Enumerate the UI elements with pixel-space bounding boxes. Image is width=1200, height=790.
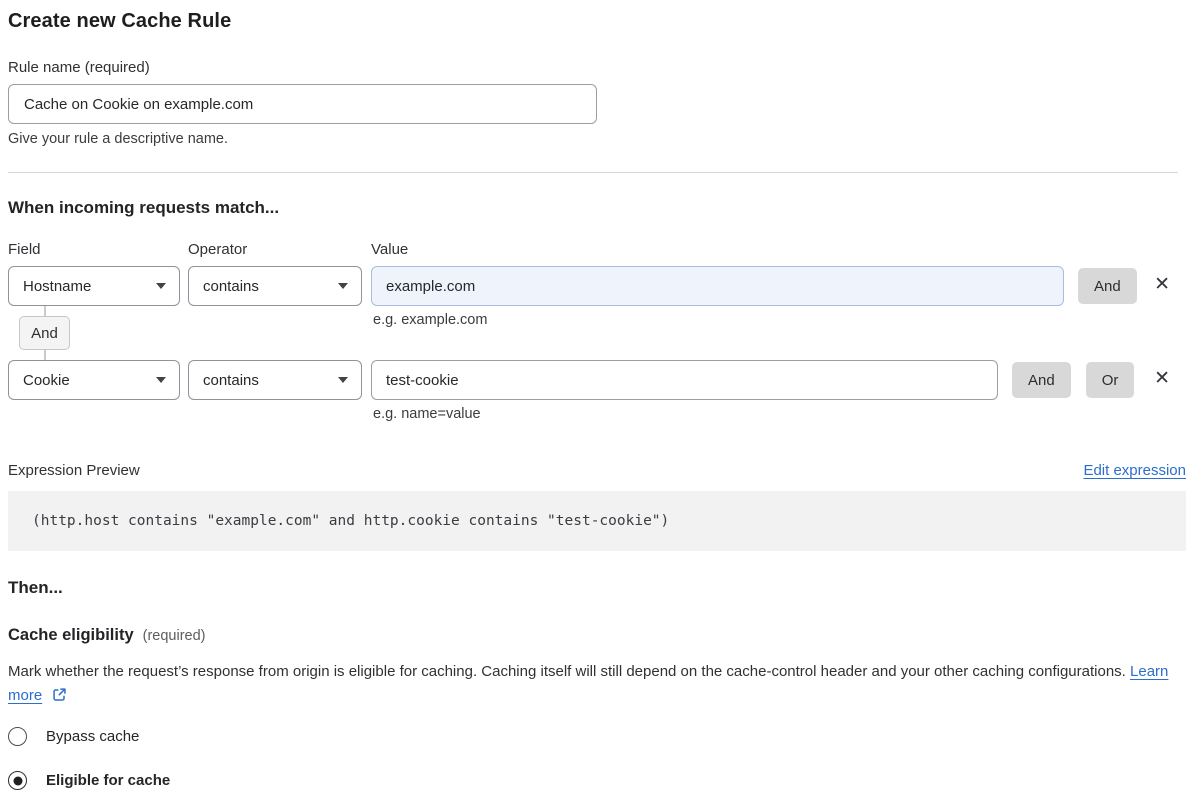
cache-eligibility-description: Mark whether the request’s response from… bbox=[8, 660, 1170, 710]
value-input-row1[interactable] bbox=[371, 266, 1064, 306]
field-select-row2-value: Cookie bbox=[23, 372, 70, 389]
value-column-label: Value bbox=[371, 241, 408, 258]
operator-select-row2[interactable]: contains bbox=[188, 360, 362, 400]
page-title: Create new Cache Rule bbox=[8, 10, 1178, 33]
value-input-row2[interactable] bbox=[371, 360, 998, 400]
match-column-labels: Field Operator Value bbox=[8, 241, 1178, 258]
expression-code: (http.host contains "example.com" and ht… bbox=[32, 513, 669, 529]
expression-code-block: (http.host contains "example.com" and ht… bbox=[8, 491, 1186, 551]
expression-preview-header: Expression Preview Edit expression bbox=[8, 462, 1186, 479]
operator-select-row2-value: contains bbox=[203, 372, 259, 389]
operator-select-row1[interactable]: contains bbox=[188, 266, 362, 306]
create-cache-rule-form: Create new Cache Rule Rule name (require… bbox=[0, 0, 1192, 790]
radio-option-bypass-cache[interactable]: Bypass cache bbox=[8, 727, 1178, 746]
operator-select-row1-value: contains bbox=[203, 278, 259, 295]
radio-unselected-icon[interactable] bbox=[8, 727, 27, 746]
radio-option-eligible-for-cache[interactable]: Eligible for cache bbox=[8, 771, 1178, 790]
value-column-row1: e.g. example.com bbox=[371, 266, 1064, 306]
and-button-row2[interactable]: And bbox=[1012, 362, 1071, 398]
radio-label-bypass: Bypass cache bbox=[46, 728, 139, 745]
required-note: (required) bbox=[143, 628, 206, 644]
connector-and-button[interactable]: And bbox=[19, 316, 70, 350]
chevron-down-icon bbox=[156, 283, 166, 289]
description-text: Mark whether the request’s response from… bbox=[8, 663, 1126, 680]
field-select-row1[interactable]: Hostname bbox=[8, 266, 180, 306]
rule-name-input[interactable] bbox=[8, 84, 597, 124]
value-hint-row2: e.g. name=value bbox=[373, 406, 481, 422]
then-heading: Then... bbox=[8, 578, 1178, 598]
radio-label-eligible: Eligible for cache bbox=[46, 772, 170, 789]
chevron-down-icon bbox=[338, 377, 348, 383]
match-section-heading: When incoming requests match... bbox=[8, 198, 1178, 218]
close-icon[interactable]: ✕ bbox=[1150, 273, 1174, 296]
chevron-down-icon bbox=[156, 377, 166, 383]
and-button-row1[interactable]: And bbox=[1078, 268, 1137, 304]
connector-line-top bbox=[44, 306, 46, 316]
row-connector: And bbox=[8, 306, 72, 360]
external-link-icon bbox=[52, 686, 67, 710]
field-select-row1-value: Hostname bbox=[23, 278, 91, 295]
operator-column-label: Operator bbox=[188, 241, 371, 258]
cache-eligibility-title: Cache eligibility bbox=[8, 626, 134, 645]
rule-name-label: Rule name (required) bbox=[8, 59, 1178, 76]
value-column-row2: e.g. name=value bbox=[371, 360, 998, 400]
rule-name-helper: Give your rule a descriptive name. bbox=[8, 131, 1178, 147]
radio-selected-icon[interactable] bbox=[8, 771, 27, 790]
chevron-down-icon bbox=[338, 283, 348, 289]
connector-line-bottom bbox=[44, 350, 46, 360]
expression-preview-label: Expression Preview bbox=[8, 462, 140, 479]
field-select-row2[interactable]: Cookie bbox=[8, 360, 180, 400]
edit-expression-link[interactable]: Edit expression bbox=[1083, 462, 1186, 479]
cache-eligibility-header: Cache eligibility (required) bbox=[8, 626, 1178, 645]
section-divider bbox=[8, 172, 1178, 173]
field-column-label: Field bbox=[8, 241, 188, 258]
value-hint-row1: e.g. example.com bbox=[373, 312, 487, 328]
match-row-2: Cookie contains e.g. name=value And Or ✕ bbox=[8, 360, 1186, 400]
close-icon[interactable]: ✕ bbox=[1150, 367, 1174, 390]
or-button-row2[interactable]: Or bbox=[1086, 362, 1135, 398]
match-row-1: Hostname contains e.g. example.com And ✕ bbox=[8, 266, 1186, 306]
